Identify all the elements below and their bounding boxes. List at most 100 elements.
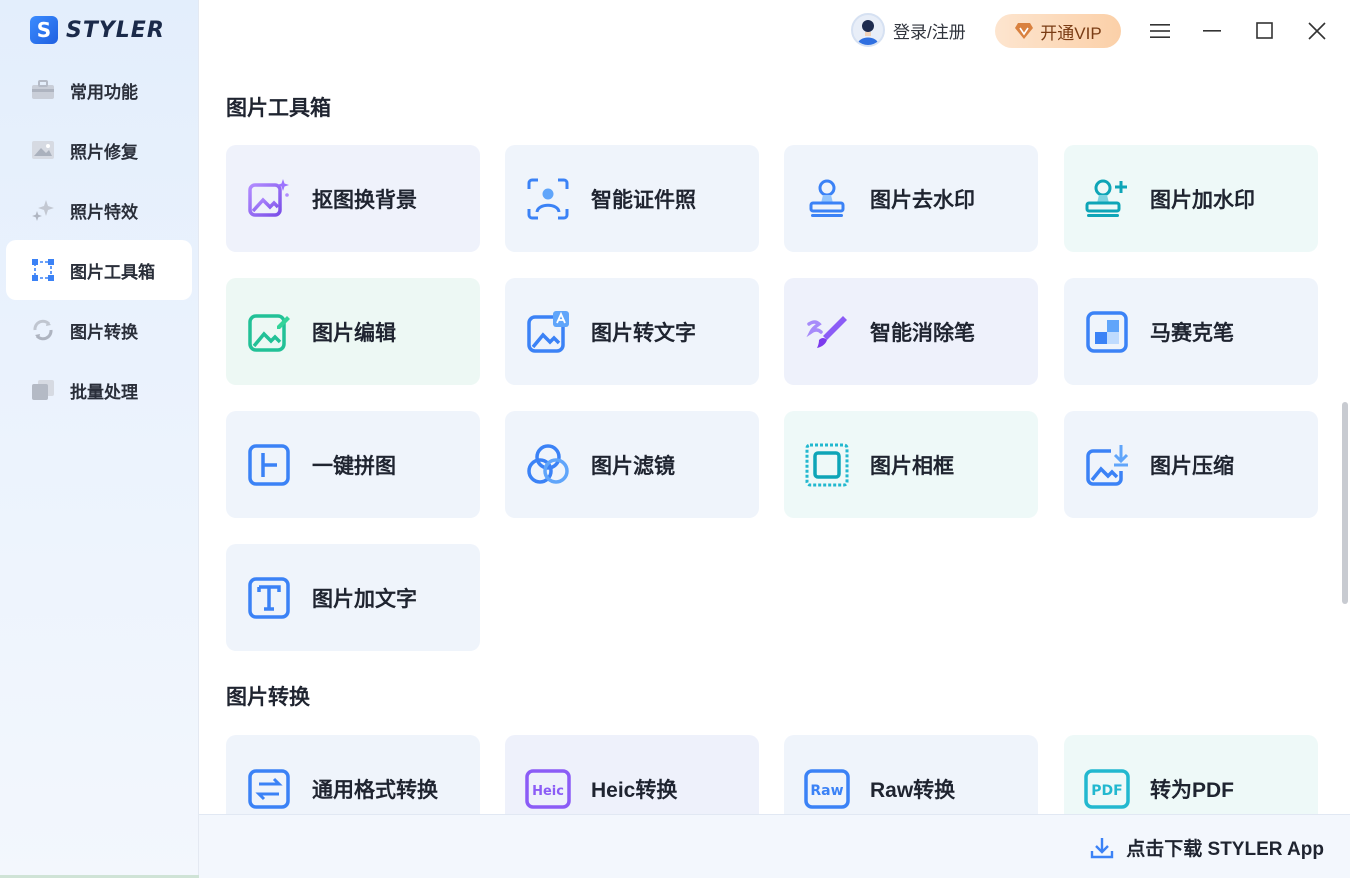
sidebar-item-label: 常用功能 xyxy=(70,82,138,102)
card-id-photo[interactable]: 智能证件照 xyxy=(505,145,759,252)
card-label: 转为PDF xyxy=(1150,778,1234,802)
card-compress[interactable]: 图片压缩 xyxy=(1064,411,1318,518)
card-label: 一键拼图 xyxy=(312,454,396,478)
close-icon xyxy=(1308,22,1326,40)
photo-frame-icon xyxy=(804,442,850,488)
maximize-icon xyxy=(1256,22,1273,39)
card-cutout-background[interactable]: 抠图换背景 xyxy=(226,145,480,252)
image-edit-icon xyxy=(246,309,292,355)
minimize-icon xyxy=(1203,30,1221,32)
card-raw-convert[interactable]: Raw Raw转换 xyxy=(784,735,1038,814)
convert-cycle-icon xyxy=(30,319,56,341)
sidebar-item-image-toolbox[interactable]: 图片工具箱 xyxy=(6,240,192,300)
sidebar-item-label: 照片修复 xyxy=(70,142,138,162)
card-label: Raw转换 xyxy=(870,778,956,802)
vip-button[interactable]: 开通VIP xyxy=(995,14,1121,48)
raw-icon: Raw xyxy=(804,766,850,812)
card-label: 智能证件照 xyxy=(591,188,696,212)
briefcase-icon xyxy=(30,79,56,101)
sidebar-item-common[interactable]: 常用功能 xyxy=(6,60,192,120)
sidebar-item-label: 批量处理 xyxy=(70,382,138,402)
compress-icon xyxy=(1084,442,1130,488)
card-label: 图片去水印 xyxy=(870,188,975,212)
svg-text:Raw: Raw xyxy=(810,783,843,799)
download-icon xyxy=(1091,837,1114,858)
sidebar-item-photo-repair[interactable]: 照片修复 xyxy=(6,120,192,180)
card-label: 图片滤镜 xyxy=(591,454,675,478)
download-app-button[interactable]: 点击下载 STYLER App xyxy=(1090,834,1324,861)
card-label: 抠图换背景 xyxy=(312,188,417,212)
card-add-text[interactable]: 图片加文字 xyxy=(226,544,480,651)
sidebar-nav: 常用功能 照片修复 照片特效 图片工具箱 图片转换 批量处理 xyxy=(6,60,192,420)
sidebar-item-image-convert[interactable]: 图片转换 xyxy=(6,300,192,360)
card-label: 图片转文字 xyxy=(591,321,696,345)
card-filter[interactable]: 图片滤镜 xyxy=(505,411,759,518)
diamond-icon xyxy=(1015,23,1034,39)
stack-batch-icon xyxy=(30,379,56,401)
scrollbar[interactable] xyxy=(1342,402,1348,604)
card-label: 图片压缩 xyxy=(1150,454,1234,478)
eraser-brush-icon xyxy=(804,309,850,355)
image-repair-icon xyxy=(30,139,56,161)
card-label: 图片加文字 xyxy=(312,587,417,611)
sidebar-item-label: 图片转换 xyxy=(70,322,138,342)
section-title-toolbox: 图片工具箱 xyxy=(226,97,331,120)
card-eraser-brush[interactable]: 智能消除笔 xyxy=(784,278,1038,385)
card-remove-watermark[interactable]: 图片去水印 xyxy=(784,145,1038,252)
selection-frame-icon xyxy=(30,259,56,281)
card-image-edit[interactable]: 图片编辑 xyxy=(226,278,480,385)
login-button[interactable]: 登录/注册 xyxy=(851,13,966,47)
id-photo-icon xyxy=(525,176,571,222)
filter-icon xyxy=(525,442,571,488)
menu-button[interactable] xyxy=(1147,18,1173,44)
sidebar-item-photo-effects[interactable]: 照片特效 xyxy=(6,180,192,240)
close-button[interactable] xyxy=(1304,18,1330,44)
svg-text:PDF: PDF xyxy=(1091,783,1122,799)
download-label: 点击下载 STYLER App xyxy=(1126,839,1324,860)
login-label: 登录/注册 xyxy=(893,22,966,42)
card-label: 马赛克笔 xyxy=(1150,321,1234,345)
app-logo[interactable]: S STYLER xyxy=(30,14,165,46)
card-format-convert[interactable]: 通用格式转换 xyxy=(226,735,480,814)
card-label: 通用格式转换 xyxy=(312,778,438,802)
add-text-icon xyxy=(246,575,292,621)
vip-label: 开通VIP xyxy=(1040,23,1102,43)
card-label: 智能消除笔 xyxy=(870,321,975,345)
svg-text:Heic: Heic xyxy=(532,784,564,799)
card-collage[interactable]: 一键拼图 xyxy=(226,411,480,518)
mosaic-icon xyxy=(1084,309,1130,355)
pdf-icon: PDF xyxy=(1084,766,1130,812)
card-heic-convert[interactable]: Heic Heic转换 xyxy=(505,735,759,814)
bottom-bar: 点击下载 STYLER App xyxy=(199,814,1350,878)
logo-mark-icon: S xyxy=(30,16,58,44)
card-add-watermark[interactable]: 图片加水印 xyxy=(1064,145,1318,252)
main-content: 图片工具箱 抠图换背景 智能证件照 图片去水印 图片加水印 图片编辑 图片转文字… xyxy=(199,64,1350,814)
minimize-button[interactable] xyxy=(1199,18,1225,44)
sparkle-effects-icon xyxy=(30,199,56,221)
card-label: 图片相框 xyxy=(870,454,954,478)
maximize-button[interactable] xyxy=(1252,18,1278,44)
card-label: Heic转换 xyxy=(591,778,678,802)
card-to-pdf[interactable]: PDF 转为PDF xyxy=(1064,735,1318,814)
card-label: 图片编辑 xyxy=(312,321,396,345)
collage-icon xyxy=(246,442,292,488)
card-photo-frame[interactable]: 图片相框 xyxy=(784,411,1038,518)
sidebar: S STYLER 常用功能 照片修复 照片特效 图片工具箱 图片转换 批量处理 xyxy=(0,0,199,878)
format-convert-icon xyxy=(246,766,292,812)
title-bar: 登录/注册 开通VIP xyxy=(199,0,1350,64)
logo-text: STYLER xyxy=(66,17,165,43)
image-to-text-icon xyxy=(525,309,571,355)
card-image-to-text[interactable]: 图片转文字 xyxy=(505,278,759,385)
remove-watermark-icon xyxy=(804,176,850,222)
sidebar-item-label: 照片特效 xyxy=(70,202,138,222)
sidebar-item-label: 图片工具箱 xyxy=(70,262,155,282)
avatar xyxy=(851,13,885,47)
heic-icon: Heic xyxy=(525,766,571,812)
card-mosaic[interactable]: 马赛克笔 xyxy=(1064,278,1318,385)
cutout-background-icon xyxy=(246,176,292,222)
section-title-convert: 图片转换 xyxy=(226,686,310,709)
card-label: 图片加水印 xyxy=(1150,188,1255,212)
sidebar-item-batch[interactable]: 批量处理 xyxy=(6,360,192,420)
hamburger-icon xyxy=(1150,24,1170,38)
add-watermark-icon xyxy=(1084,176,1130,222)
